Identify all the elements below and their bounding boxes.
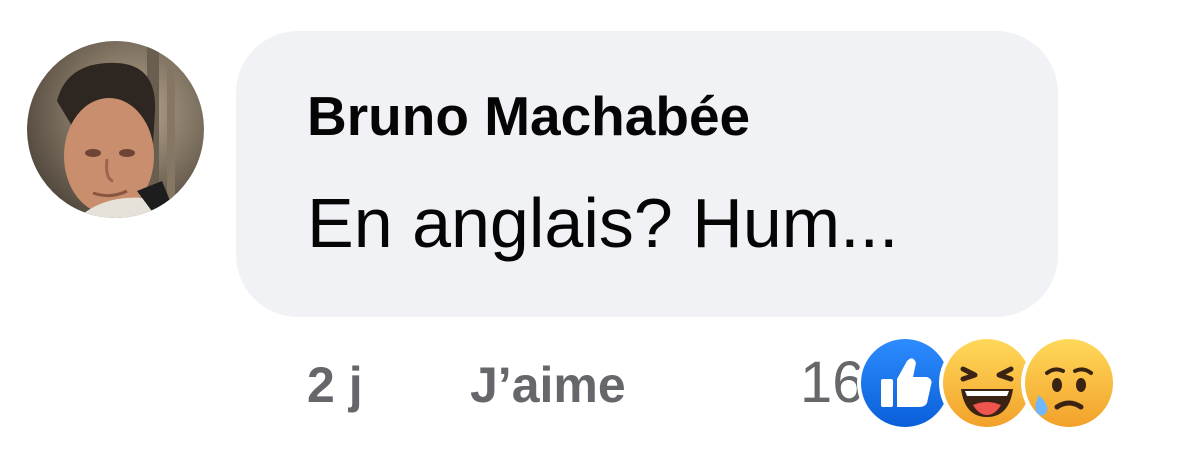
comment-timestamp[interactable]: 2 j — [307, 360, 363, 410]
avatar-photo — [27, 41, 204, 218]
sad-reaction-icon — [1020, 335, 1117, 431]
reactions-summary[interactable]: 16 — [800, 328, 1117, 438]
like-button[interactable]: J’aime — [470, 360, 626, 410]
reaction-count: 16 — [800, 350, 865, 415]
comment-bubble — [236, 31, 1058, 317]
comment-text: En anglais? Hum... — [307, 184, 899, 262]
comment-author[interactable]: Bruno Machabée — [307, 89, 750, 144]
avatar[interactable] — [27, 41, 204, 218]
